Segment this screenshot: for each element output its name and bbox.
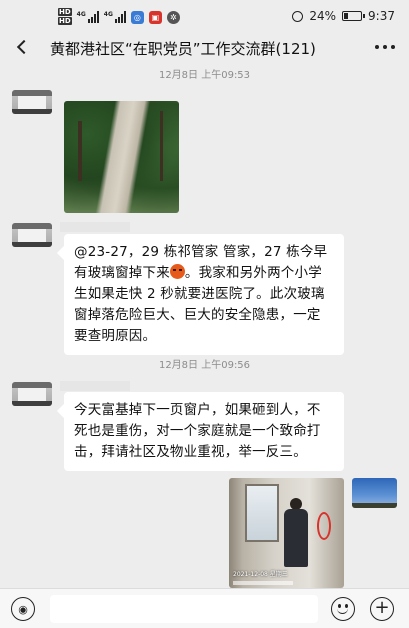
signal-tag: 4G [76, 11, 86, 18]
message-text: 今天富基掉下一页窗户，如果砸到人，不死也是重伤，对一个家庭就是一个致命打击，拜请… [74, 402, 321, 460]
alarm-icon [292, 10, 304, 22]
chat-header: 黄都港社区“在职党员”工作交流群(121) [0, 34, 409, 60]
voice-button[interactable]: ◉ [11, 597, 35, 621]
message-bubble[interactable]: @23-27，29 栋祁管家 管家，27 栋今早有玻璃窗掉下来 。我家和另外两个小… [64, 234, 344, 355]
input-bar: ◉ + [0, 588, 409, 628]
more-button[interactable] [375, 34, 395, 60]
battery-percent: 24% [309, 9, 337, 23]
message-image[interactable] [352, 478, 397, 508]
angry-face-emoji-icon [169, 264, 185, 279]
status-right: 24% 9:37 [292, 9, 395, 23]
sender-name [60, 381, 130, 391]
avatar[interactable] [12, 382, 52, 406]
hd-icon: HD HD [58, 8, 72, 26]
person-figure [281, 498, 311, 568]
message-input[interactable] [50, 595, 318, 623]
status-left: HD HD 4G 4G ◎ ▣ ✲ [58, 8, 180, 26]
timestamp: 12月8日 上午09:56 [158, 360, 251, 371]
avatar[interactable] [12, 223, 52, 247]
signal-tag: 4G [103, 11, 113, 18]
signal-icon: 4G [77, 11, 99, 23]
message-image[interactable]: 2021-12-08 星期三 [229, 478, 344, 588]
status-time: 9:37 [368, 9, 395, 23]
app-notification-icon: ▣ [148, 10, 162, 24]
plus-icon: + [374, 597, 390, 618]
message-bubble[interactable]: 今天富基掉下一页窗户，如果砸到人，不死也是重伤，对一个家庭就是一个致命打击，拜请… [64, 392, 344, 471]
timestamp: 12月8日 上午09:53 [158, 70, 251, 81]
signal-icon: 4G [104, 11, 126, 23]
emoji-icon [337, 608, 348, 614]
chat-title: 黄都港社区“在职党员”工作交流群(121) [50, 40, 316, 58]
avatar[interactable] [12, 90, 52, 114]
photo-caption: 2021-12-08 星期三 [233, 571, 288, 578]
emoji-button[interactable] [331, 597, 355, 621]
window-frame [245, 484, 279, 542]
message-image[interactable] [64, 101, 179, 213]
status-bar: HD HD 4G 4G ◎ ▣ ✲ 24% 9:37 [0, 0, 409, 34]
app-notification-icon: ◎ [130, 10, 144, 24]
more-dots-icon [375, 45, 379, 49]
hd-label: HD [58, 17, 72, 25]
plus-button[interactable]: + [370, 597, 394, 621]
back-button[interactable] [12, 34, 36, 60]
red-circle-marker [317, 512, 331, 540]
sender-name [60, 222, 130, 232]
back-chevron-icon [16, 39, 32, 55]
app-notification-icon: ✲ [166, 10, 180, 24]
hd-label: HD [58, 8, 72, 16]
voice-icon: ◉ [18, 602, 28, 616]
battery-icon [342, 11, 366, 21]
